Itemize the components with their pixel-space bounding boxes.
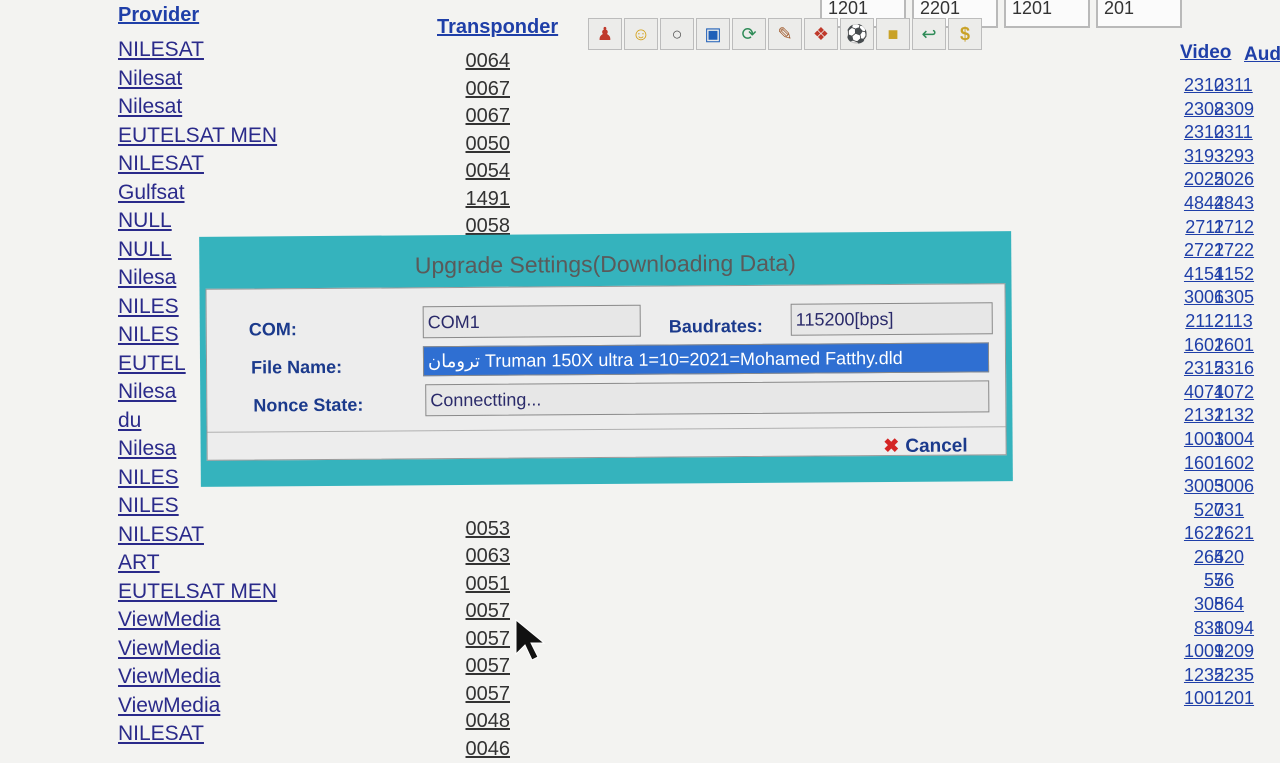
cancel-button[interactable]: ✖ Cancel bbox=[883, 434, 967, 458]
provider-cell[interactable]: Gulfsat bbox=[118, 179, 358, 208]
audio-pid[interactable]: 2316 bbox=[1214, 357, 1280, 381]
cancel-label: Cancel bbox=[905, 435, 967, 456]
people-icon[interactable]: ♟ bbox=[588, 18, 622, 50]
provider-cell[interactable]: NILESAT bbox=[118, 150, 358, 179]
dollar-icon[interactable]: $ bbox=[948, 18, 982, 50]
transponder-cell[interactable]: 1491 bbox=[440, 186, 510, 214]
film-icon[interactable]: ▣ bbox=[696, 18, 730, 50]
transponder-cell[interactable]: 0057 bbox=[440, 681, 510, 709]
audio-pid[interactable]: 4152 bbox=[1214, 263, 1280, 287]
transponder-cell[interactable]: 0050 bbox=[440, 131, 510, 159]
provider-cell[interactable]: ART bbox=[118, 549, 358, 578]
audio-pid[interactable]: 2601 bbox=[1214, 334, 1280, 358]
toolbar: ♟ ☺ ○ ▣ ⟳ ✎ ❖ ⚽ ■ ↩ $ bbox=[588, 18, 982, 50]
provider-cell[interactable]: NILESAT bbox=[118, 521, 358, 550]
com-field[interactable]: COM1 bbox=[423, 305, 641, 339]
close-icon: ✖ bbox=[883, 436, 899, 457]
transponder-cell[interactable]: 0057 bbox=[440, 598, 510, 626]
nonce-state-label: Nonce State: bbox=[253, 395, 363, 417]
transponder-cell[interactable]: 0057 bbox=[440, 626, 510, 654]
audio-pid[interactable]: 731 bbox=[1214, 499, 1280, 523]
audio-pid[interactable]: 520 bbox=[1214, 546, 1280, 570]
audio-header[interactable]: Aud bbox=[1244, 44, 1280, 66]
audio-pid[interactable]: 2309 bbox=[1214, 98, 1280, 122]
transponder-cell[interactable]: 0048 bbox=[440, 708, 510, 736]
audio-pid[interactable]: 2712 bbox=[1214, 216, 1280, 240]
dialog-separator bbox=[207, 426, 1005, 433]
audio-pid[interactable]: 2311 bbox=[1214, 74, 1280, 98]
audio-pid[interactable]: 4843 bbox=[1214, 192, 1280, 216]
provider-cell[interactable]: Nilesat bbox=[118, 65, 358, 94]
audio-pid[interactable]: 4072 bbox=[1214, 381, 1280, 405]
provider-cell[interactable]: NILESAT bbox=[118, 36, 358, 65]
transponder-cell[interactable]: 0054 bbox=[440, 158, 510, 186]
dialog-title: Upgrade Settings(Downloading Data) bbox=[205, 237, 1005, 289]
gift-icon[interactable]: ❖ bbox=[804, 18, 838, 50]
transponder-header[interactable]: Transponder bbox=[437, 16, 558, 39]
back-icon[interactable]: ↩ bbox=[912, 18, 946, 50]
top-cell: 201 bbox=[1096, 0, 1182, 28]
ball-icon[interactable]: ⚽ bbox=[840, 18, 874, 50]
transponder-cell[interactable]: 0046 bbox=[440, 736, 510, 763]
transponder-cell[interactable]: 0067 bbox=[440, 103, 510, 131]
audio-pid[interactable]: 2132 bbox=[1214, 404, 1280, 428]
transponder-cell[interactable] bbox=[440, 488, 510, 516]
provider-cell[interactable]: NILESAT bbox=[118, 720, 358, 749]
audio-pid[interactable]: 1209 bbox=[1214, 640, 1280, 664]
audio-pid[interactable]: 3006 bbox=[1214, 475, 1280, 499]
top-cell: 1201 bbox=[1004, 0, 1090, 28]
transponder-cell[interactable]: 0064 bbox=[440, 48, 510, 76]
upgrade-dialog: Upgrade Settings(Downloading Data) COM: … bbox=[199, 231, 1013, 487]
audio-pid[interactable]: 1004 bbox=[1214, 428, 1280, 452]
audio-pid[interactable]: 1602 bbox=[1214, 452, 1280, 476]
disc-icon[interactable]: ○ bbox=[660, 18, 694, 50]
mouse-pointer-icon bbox=[514, 618, 554, 662]
baudrates-label: Baudrates: bbox=[669, 316, 763, 338]
refresh-icon[interactable]: ⟳ bbox=[732, 18, 766, 50]
audio-pid[interactable]: 2235 bbox=[1214, 664, 1280, 688]
audio-pid[interactable]: 2311 bbox=[1214, 121, 1280, 145]
audio-pid[interactable]: 3293 bbox=[1214, 145, 1280, 169]
audio-pid[interactable]: 564 bbox=[1214, 593, 1280, 617]
file-name-label: File Name: bbox=[251, 357, 342, 379]
audio-pid[interactable]: 2113 bbox=[1214, 310, 1280, 334]
nonce-state-field: Connectting... bbox=[425, 380, 989, 416]
audio-column: 2311 2309 2311 3293 2026 4843 2712 2722 … bbox=[1214, 74, 1280, 711]
provider-cell[interactable]: EUTELSAT MEN bbox=[118, 122, 358, 151]
audio-pid[interactable]: 2621 bbox=[1214, 522, 1280, 546]
transponder-cell[interactable]: 0063 bbox=[440, 543, 510, 571]
transponder-cell[interactable]: 0067 bbox=[440, 76, 510, 104]
audio-pid[interactable]: 2722 bbox=[1214, 239, 1280, 263]
audio-pid[interactable]: 1201 bbox=[1214, 687, 1280, 711]
audio-pid[interactable]: 56 bbox=[1214, 569, 1280, 593]
provider-cell[interactable]: ViewMedia bbox=[118, 635, 358, 664]
transponder-cell[interactable]: 0053 bbox=[440, 516, 510, 544]
dialog-body: COM: COM1 Baudrates: 115200[bps] File Na… bbox=[206, 283, 1007, 461]
provider-header[interactable]: Provider bbox=[118, 4, 199, 27]
lock-icon[interactable]: ■ bbox=[876, 18, 910, 50]
file-name-field[interactable]: ترومان Truman 150X ultra 1=10=2021=Moham… bbox=[423, 342, 989, 376]
com-label: COM: bbox=[249, 319, 297, 340]
audio-pid[interactable]: 2026 bbox=[1214, 168, 1280, 192]
provider-cell[interactable]: NULL bbox=[118, 207, 358, 236]
provider-cell[interactable]: ViewMedia bbox=[118, 663, 358, 692]
provider-cell[interactable]: ViewMedia bbox=[118, 692, 358, 721]
audio-pid[interactable]: 1305 bbox=[1214, 286, 1280, 310]
provider-cell[interactable]: ViewMedia bbox=[118, 606, 358, 635]
video-header[interactable]: Video bbox=[1180, 42, 1231, 64]
provider-cell[interactable]: Nilesat bbox=[118, 93, 358, 122]
provider-cell[interactable]: EUTELSAT MEN bbox=[118, 578, 358, 607]
edit-icon[interactable]: ✎ bbox=[768, 18, 802, 50]
audio-pid[interactable]: 1094 bbox=[1214, 617, 1280, 641]
transponder-cell[interactable]: 0057 bbox=[440, 653, 510, 681]
face-icon[interactable]: ☺ bbox=[624, 18, 658, 50]
provider-cell[interactable]: NILES bbox=[118, 492, 358, 521]
video-column: 2310 2308 2310 3193 2025 4842 2711 2721 … bbox=[1138, 74, 1224, 711]
transponder-cell[interactable]: 0051 bbox=[440, 571, 510, 599]
baudrates-field[interactable]: 115200[bps] bbox=[791, 302, 993, 335]
